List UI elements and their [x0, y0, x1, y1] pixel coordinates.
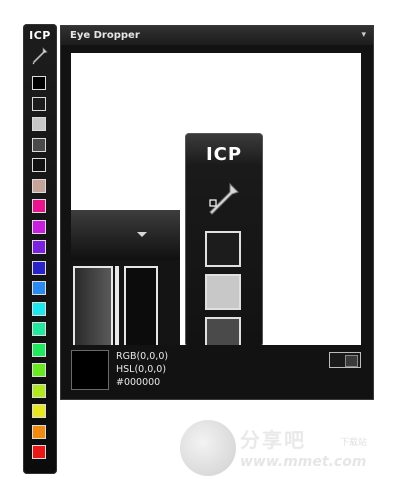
- color-swatch[interactable]: [32, 281, 46, 295]
- rgb-value: RGB(0,0,0): [116, 351, 169, 362]
- magnified-icp-logo: ICP: [205, 144, 243, 165]
- color-swatch[interactable]: [32, 363, 46, 377]
- magnified-column: [124, 266, 158, 345]
- magnified-titlebar: [71, 210, 180, 260]
- color-swatch[interactable]: [32, 178, 46, 193]
- watermark-text: 分享吧: [240, 428, 306, 452]
- magnified-swatch: [205, 274, 241, 310]
- panel-titlebar: Eye Dropper ▾: [61, 26, 373, 45]
- color-swatch[interactable]: [32, 199, 46, 213]
- color-swatch[interactable]: [32, 219, 46, 234]
- color-swatch[interactable]: [32, 301, 46, 316]
- color-palette-strip: ICP: [23, 24, 57, 474]
- watermark: 分享吧 下载站 www.mmet.com: [180, 420, 380, 480]
- chevron-down-icon: [137, 232, 147, 237]
- view-toggle-button[interactable]: [329, 352, 361, 368]
- picked-color-swatch: [71, 350, 109, 390]
- watermark-logo-icon: [180, 420, 236, 476]
- magnified-divider: [115, 266, 119, 345]
- color-swatch[interactable]: [32, 383, 46, 398]
- color-swatch[interactable]: [32, 445, 46, 459]
- color-swatch[interactable]: [32, 96, 46, 111]
- icp-logo: ICP: [29, 29, 51, 42]
- color-swatch[interactable]: [32, 158, 46, 172]
- magnified-column: [73, 266, 113, 345]
- color-swatch[interactable]: [32, 137, 46, 152]
- color-swatch[interactable]: [32, 404, 46, 418]
- magnified-swatch: [205, 231, 241, 267]
- hsl-value: HSL(0,0,0): [116, 364, 167, 375]
- panel-menu-button[interactable]: ▾: [361, 30, 366, 40]
- magnified-panel-fragment: [71, 210, 180, 345]
- eye-dropper-panel: Eye Dropper ▾ ICP RGB(0,0,0) HSL(0,0,0) …: [60, 25, 374, 400]
- magnified-icp-strip: ICP: [185, 133, 263, 345]
- magnified-swatch: [205, 317, 241, 345]
- panel-title: Eye Dropper: [70, 30, 140, 41]
- color-swatch[interactable]: [32, 424, 46, 439]
- watermark-subtext: 下载站: [340, 438, 368, 448]
- color-swatch[interactable]: [32, 260, 46, 275]
- color-swatch[interactable]: [32, 322, 46, 336]
- magnified-eyedropper-icon: [209, 182, 239, 215]
- hex-value: #000000: [116, 377, 161, 388]
- watermark-url: www.mmet.com: [240, 454, 367, 470]
- toggle-indicator: [345, 355, 358, 367]
- magnifier-preview[interactable]: ICP: [71, 53, 361, 345]
- color-swatch[interactable]: [32, 240, 46, 254]
- color-swatch[interactable]: [32, 76, 46, 90]
- eyedropper-icon[interactable]: [32, 47, 48, 65]
- color-swatch[interactable]: [32, 342, 46, 357]
- color-swatch[interactable]: [32, 117, 46, 131]
